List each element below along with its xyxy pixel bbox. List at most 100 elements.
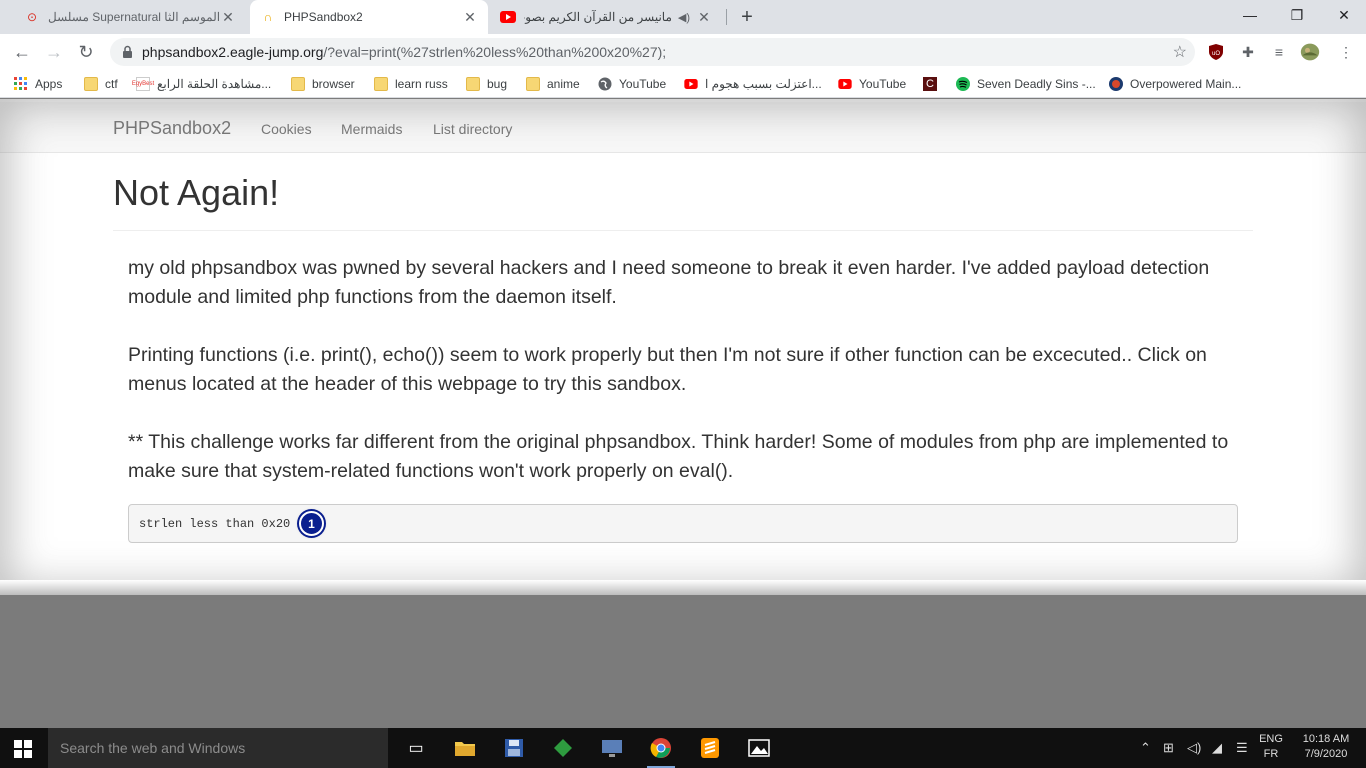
intro-paragraph: my old phpsandbox was pwned by several h… (128, 257, 1210, 308)
apps-grid-icon (14, 77, 28, 91)
action-center-icon[interactable]: ☰ (1236, 740, 1248, 756)
divider (113, 230, 1253, 231)
site-brand[interactable]: PHPSandbox2 (113, 118, 231, 139)
bookmark-bug[interactable]: bug (466, 75, 507, 93)
dimmed-area (0, 595, 1366, 728)
input-language[interactable]: ENG FR (1256, 733, 1286, 760)
bookmark-label: browser (312, 77, 355, 91)
wifi-icon[interactable]: ◢ (1212, 740, 1222, 756)
clock-date: 7/9/2020 (1304, 748, 1348, 760)
step-badge: 1 (299, 511, 324, 536)
bookmark-label: Apps (35, 77, 63, 91)
bookmark-c[interactable]: C (923, 75, 944, 93)
ublock-icon[interactable]: uO (1206, 42, 1226, 62)
bookmark-label: Overpowered Main... (1130, 77, 1242, 91)
site-icon: EgyBest (132, 77, 154, 91)
web-page: PHPSandbox2 Cookies Mermaids List direct… (0, 99, 1366, 595)
bookmark-ctf[interactable]: ctf (84, 75, 118, 93)
profile-avatar[interactable] (1300, 42, 1320, 62)
clock-time: 10:18 AM (1302, 733, 1350, 745)
browser-toolbar: ← → ↻ phpsandbox2.eagle-jump.org /?eval=… (0, 34, 1366, 70)
ctf-icon: ∩ (263, 10, 273, 24)
maximize-button[interactable]: ❐ (1285, 4, 1309, 26)
task-view-icon[interactable]: ▭ (402, 734, 430, 762)
arrow-left-icon: ← (13, 41, 31, 62)
file-explorer-icon[interactable] (451, 734, 479, 762)
lock-icon (120, 44, 134, 60)
speaker-icon[interactable]: ◀) (678, 11, 690, 24)
close-icon[interactable]: ✕ (220, 9, 236, 25)
address-bar[interactable]: phpsandbox2.eagle-jump.org /?eval=print(… (110, 38, 1195, 66)
nav-mermaids[interactable]: Mermaids (341, 121, 402, 137)
bookmark-learn-russ[interactable]: learn russ (374, 75, 448, 93)
bookmark-browser[interactable]: browser (291, 75, 355, 93)
close-icon[interactable]: ✕ (696, 9, 712, 25)
eval-output-text: strlen less than 0x20 (139, 516, 291, 531)
page-title: Not Again! (113, 172, 280, 213)
bookmark-youtube[interactable]: YouTube (838, 75, 906, 93)
folder-icon (84, 77, 98, 91)
tab-phpsandbox2[interactable]: ∩ PHPSandbox2 ✕ (250, 0, 488, 34)
bookmark-label: اعتزلت بسبب هجوم ا... (705, 77, 822, 91)
lang-primary: ENG (1259, 733, 1283, 745)
note-paragraph: ** This challenge works far different fr… (128, 431, 1229, 482)
eval-output: strlen less than 0x20 (128, 504, 1238, 543)
forward-button[interactable]: → (42, 40, 66, 64)
new-tab-button[interactable]: + (737, 6, 757, 28)
nav-cookies[interactable]: Cookies (261, 121, 312, 137)
bookmarks-bar: Apps ctf EgyBest مشاهدة الحلقة الرابع...… (0, 70, 1366, 98)
clock[interactable]: 10:18 AM 7/9/2020 (1296, 733, 1356, 760)
bookmark-label: ctf (105, 77, 118, 91)
chrome-icon[interactable] (647, 734, 675, 768)
bookmark-anime[interactable]: anime (526, 75, 580, 93)
sublime-text-icon[interactable] (696, 734, 724, 762)
tab-title: مسلسل Supernatural الموسم الثا (48, 10, 220, 24)
tab-strip: ⊙ مسلسل Supernatural الموسم الثا ✕ ∩ PHP… (0, 0, 1366, 34)
taskbar-search[interactable]: Search the web and Windows (48, 728, 388, 768)
remote-desktop-icon[interactable] (598, 734, 626, 762)
menu-kebab-icon[interactable]: ⋮ (1336, 42, 1356, 62)
pin-icon: ⊙ (26, 10, 38, 24)
diamond-app-icon[interactable] (549, 734, 577, 762)
tab-title: PHPSandbox2 (284, 10, 363, 24)
start-button[interactable] (14, 740, 32, 758)
taskbar-search-placeholder: Search the web and Windows (60, 740, 246, 756)
folder-icon (374, 77, 388, 91)
spotify-icon (956, 77, 970, 91)
bookmark-arabic-video[interactable]: اعتزلت بسبب هجوم ا... (684, 75, 822, 93)
arrow-right-icon: → (45, 41, 63, 62)
close-icon[interactable]: ✕ (462, 9, 478, 25)
tab-quran[interactable]: مانيسر من القرآن الكريم بصوت ◀) ✕ (490, 0, 722, 34)
extensions-puzzle-icon[interactable]: ✚ (1238, 42, 1258, 62)
bookmark-star-icon[interactable]: ☆ (1173, 42, 1187, 62)
windows-taskbar: Search the web and Windows ▭ ⌃ ⊞ ◁) ◢ ☰ … (0, 728, 1366, 768)
close-window-button[interactable]: ✕ (1332, 4, 1356, 26)
folder-icon (466, 77, 480, 91)
youtube-icon (838, 77, 852, 91)
bookmark-overpowered[interactable]: Overpowered Main... (1109, 75, 1241, 93)
tab-separator (726, 9, 727, 25)
bookmark-label: Seven Deadly Sins -... (977, 77, 1096, 91)
media-control-icon[interactable]: ≡ (1269, 42, 1289, 62)
bookmark-seven-deadly-sins[interactable]: Seven Deadly Sins -... (956, 75, 1096, 93)
bookmark-label: anime (547, 77, 580, 91)
nav-list-directory[interactable]: List directory (433, 121, 512, 137)
url-host: phpsandbox2.eagle-jump.org (142, 44, 324, 60)
reload-icon: ↻ (78, 41, 94, 62)
tray-chevron-up-icon[interactable]: ⌃ (1140, 740, 1151, 756)
youtube-icon (684, 77, 698, 91)
reload-button[interactable]: ↻ (74, 40, 98, 64)
game-icon (1109, 77, 1123, 91)
photos-icon[interactable] (745, 734, 773, 762)
bookmark-episode[interactable]: EgyBest مشاهدة الحلقة الرابع... (132, 75, 271, 93)
bookmark-youtube-globe[interactable]: YouTube (598, 75, 666, 93)
svg-text:uO: uO (1212, 51, 1220, 57)
volume-icon[interactable]: ◁) (1187, 740, 1201, 756)
bookmark-apps[interactable]: Apps (14, 75, 62, 93)
bookmark-label: YouTube (859, 77, 907, 91)
back-button[interactable]: ← (10, 40, 34, 64)
network-icon[interactable]: ⊞ (1163, 740, 1174, 756)
tab-supernatural[interactable]: ⊙ مسلسل Supernatural الموسم الثا ✕ (14, 0, 246, 34)
save-disk-icon[interactable] (500, 734, 528, 762)
minimize-button[interactable]: — (1238, 4, 1262, 26)
